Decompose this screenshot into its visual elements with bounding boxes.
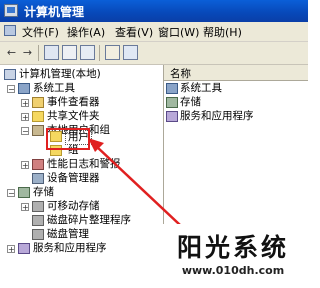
toolbar-separator [99,45,100,61]
expand-icon[interactable]: + [21,203,29,212]
view-icon[interactable] [123,45,138,60]
menu-file[interactable]: 文件(F) [22,24,59,40]
storage-icon [18,187,30,198]
help-icon[interactable] [105,45,120,60]
highlight-box [46,128,90,150]
collapse-icon[interactable]: − [21,127,29,136]
toolbar: ← → [0,42,308,65]
properties-icon[interactable] [62,45,77,60]
tools-icon [18,83,30,94]
defrag-icon [32,215,44,226]
performance-icon [32,159,44,170]
expand-icon[interactable]: + [21,99,29,108]
menu-help[interactable]: 帮助(H) [203,24,242,40]
toolbar-separator [38,45,39,61]
device-manager-icon [32,173,44,184]
window-title: 计算机管理 [24,5,85,19]
shared-folder-icon [32,111,44,122]
window-menu-icon[interactable] [4,25,16,36]
forward-button[interactable]: → [20,45,35,60]
collapse-icon[interactable]: − [7,189,15,198]
removable-storage-icon [32,201,44,212]
expand-icon[interactable]: + [7,245,15,254]
computer-management-icon [4,4,18,17]
watermark: 阳光系统 www.010dh.com [158,224,308,288]
users-groups-icon [32,125,44,136]
menu-action[interactable]: 操作(A) [67,24,105,40]
console-tree-icon[interactable] [44,45,59,60]
storage-icon [166,97,178,108]
computer-icon [4,69,16,80]
console-tree[interactable]: 计算机管理(本地) − 系统工具 + 事件查看器 + 共享文件夹 − 本地用户和… [0,65,164,288]
expand-icon[interactable]: + [21,161,29,170]
menu-bar: 文件(F) 操作(A) 查看(V) 窗口(W) 帮助(H) [0,22,308,42]
tools-icon [166,83,178,94]
collapse-icon[interactable]: − [7,85,15,94]
expand-icon[interactable]: + [21,113,29,122]
services-icon [166,111,178,122]
list-header: 名称 [164,65,308,81]
watermark-url: www.010dh.com [181,264,285,277]
menu-view[interactable]: 查看(V) [115,24,153,40]
menu-window[interactable]: 窗口(W) [158,24,199,40]
column-name-header[interactable]: 名称 [170,66,191,81]
event-viewer-icon [32,97,44,108]
services-icon [18,243,30,254]
watermark-title: 阳光系统 [176,233,289,262]
title-bar: 计算机管理 [0,0,308,22]
back-button[interactable]: ← [4,45,19,60]
export-list-icon[interactable] [80,45,95,60]
disk-management-icon [32,229,44,240]
